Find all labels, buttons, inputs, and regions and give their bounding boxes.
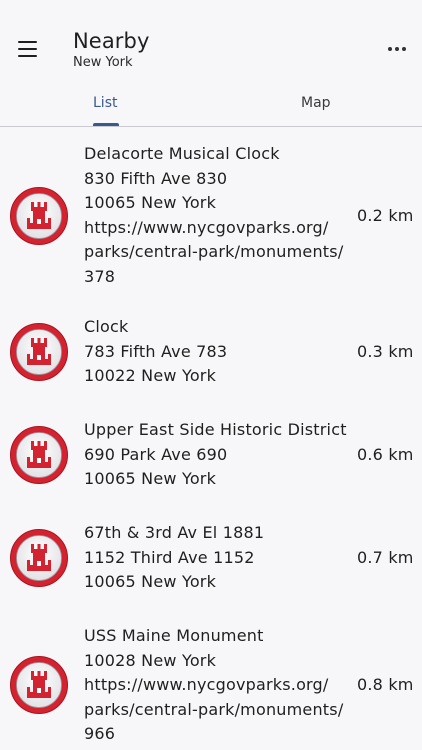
app-header: Nearby New York bbox=[0, 0, 422, 82]
list-item-detail: 830 Fifth Ave 830 bbox=[84, 168, 228, 188]
list-item-detail: 1152 Third Ave 1152 bbox=[84, 547, 255, 567]
list-item-title: Clock bbox=[84, 317, 129, 336]
selected-tab-indicator bbox=[93, 123, 119, 126]
list-item-text: USS Maine Monument 10028 New York https://… bbox=[84, 624, 349, 747]
list-item-title: Delacorte Musical Clock bbox=[84, 144, 280, 163]
tab-map[interactable]: Map bbox=[301, 94, 331, 112]
list-item-detail: 966 bbox=[84, 724, 116, 743]
list-item-text: 67th & 3rd Av El 1881 1152 Third Ave 1152… bbox=[84, 521, 349, 595]
list-item-distance: 0.6 km bbox=[357, 444, 414, 464]
list-item-distance: 0.8 km bbox=[357, 675, 414, 695]
hamburger-menu-icon[interactable] bbox=[16, 37, 40, 61]
monument-tower-icon bbox=[9, 528, 69, 588]
monument-tower-icon bbox=[9, 186, 69, 246]
list-item-title: 67th & 3rd Av El 1881 bbox=[84, 523, 265, 542]
list-item-distance: 0.3 km bbox=[357, 341, 414, 361]
list-item-detail: 10022 New York bbox=[84, 366, 217, 385]
tab-list[interactable]: List bbox=[93, 94, 117, 112]
list-item-detail: 10028 New York bbox=[84, 650, 217, 670]
list-item-text: Clock 783 Fifth Ave 783 10022 New York bbox=[84, 315, 349, 389]
list-item-detail: 10065 New York bbox=[84, 572, 217, 591]
more-options-icon[interactable] bbox=[385, 40, 409, 58]
page-title: Nearby bbox=[73, 29, 150, 53]
list-item-detail: 10065 New York bbox=[84, 469, 217, 488]
monument-tower-icon bbox=[9, 322, 69, 382]
monument-tower-icon bbox=[9, 655, 69, 715]
nearby-list[interactable]: Delacorte Musical Clock 830 Fifth Ave 830… bbox=[0, 127, 422, 750]
list-item-distance: 0.7 km bbox=[357, 547, 414, 567]
list-item-detail: 378 bbox=[84, 266, 116, 286]
list-item-distance: 0.2 km bbox=[357, 205, 414, 225]
list-item-detail: parks/central-park/monuments/ bbox=[84, 242, 344, 261]
location-subtitle: New York bbox=[73, 55, 133, 70]
list-item-detail: 690 Park Ave 690 bbox=[84, 444, 228, 464]
list-item-title: Upper East Side Historic District bbox=[84, 420, 347, 439]
list-item-detail: 10065 New York bbox=[84, 193, 217, 212]
list-item-text: Delacorte Musical Clock 830 Fifth Ave 830… bbox=[84, 142, 349, 289]
tab-bar: List Map bbox=[0, 82, 422, 127]
list-item-detail: https://www.nycgovparks.org/ bbox=[84, 217, 329, 237]
app-screen: Nearby New York List Map Delacorte Music… bbox=[0, 0, 422, 750]
list-item-title: USS Maine Monument bbox=[84, 626, 264, 645]
list-item-detail: 783 Fifth Ave 783 bbox=[84, 341, 228, 361]
list-item-text: Upper East Side Historic District 690 Par… bbox=[84, 418, 349, 492]
list-item-detail: parks/central-park/monuments/ bbox=[84, 699, 344, 719]
monument-tower-icon bbox=[9, 425, 69, 485]
list-item-detail: https://www.nycgovparks.org/ bbox=[84, 675, 329, 694]
